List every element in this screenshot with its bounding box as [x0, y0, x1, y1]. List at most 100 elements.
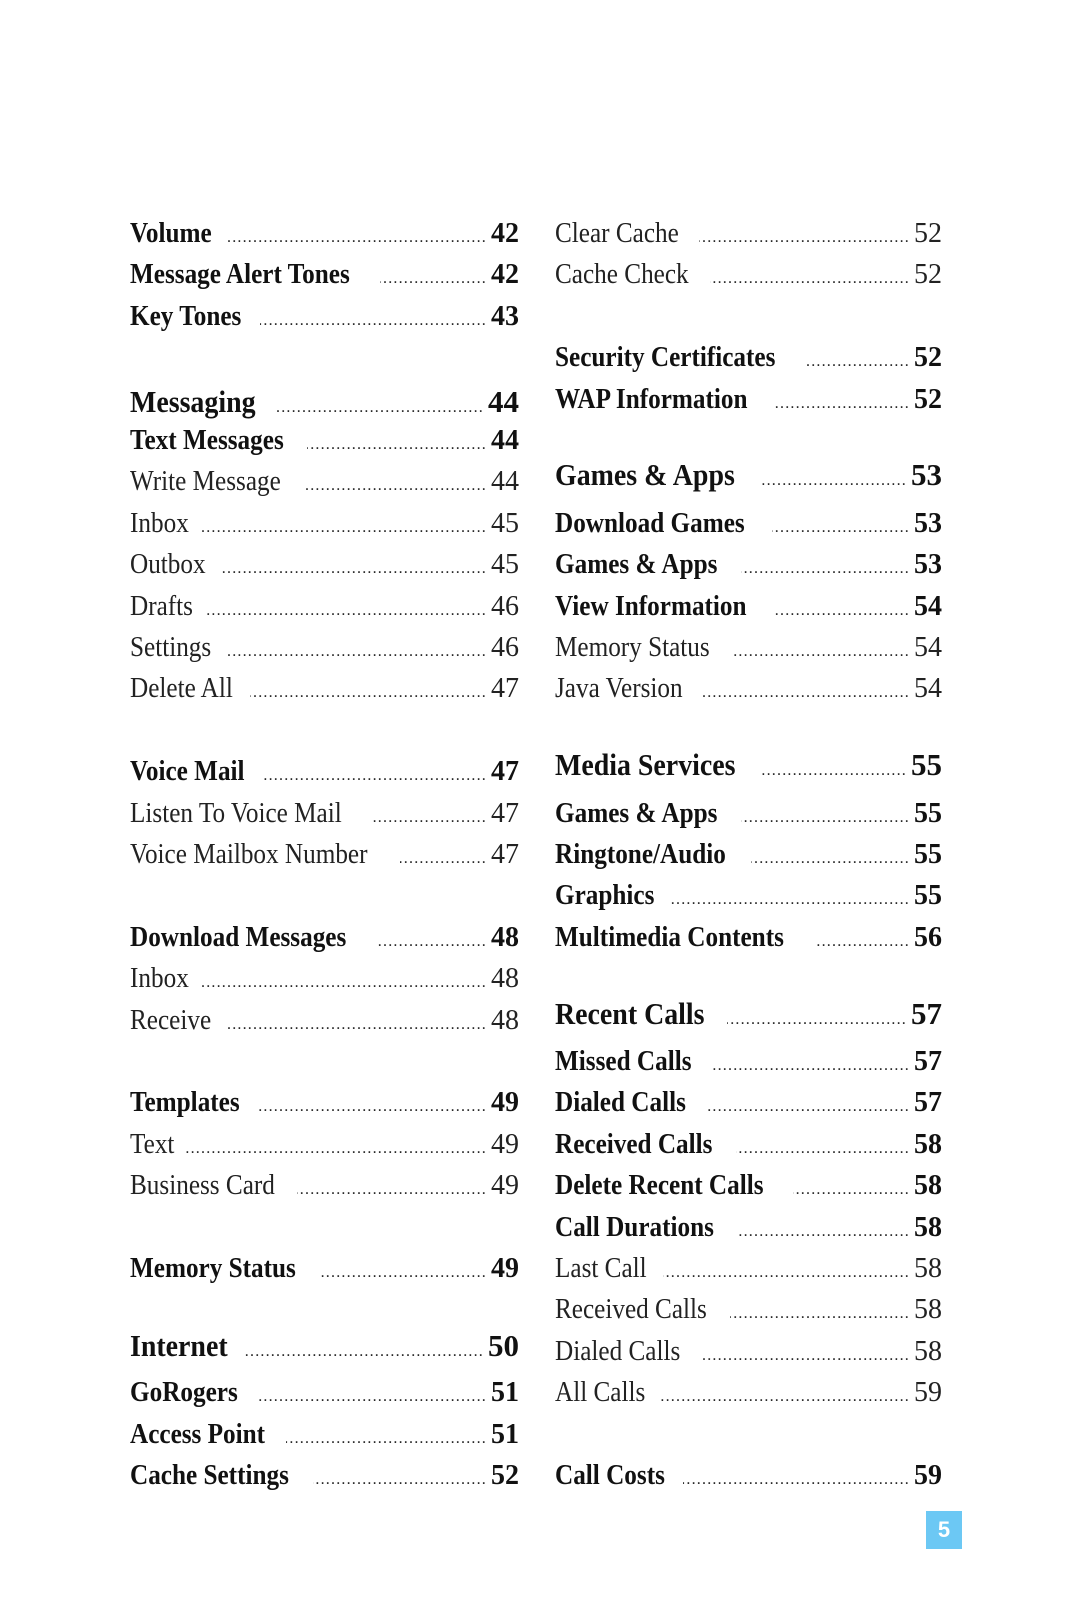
dot-leader: ........................................… — [683, 1471, 910, 1488]
toc-entry-label: Voice Mail — [130, 756, 245, 788]
toc-entry[interactable]: Voice Mailbox Number....................… — [130, 839, 519, 877]
toc-entry-page: 46 — [491, 632, 519, 663]
toc-entry-label: Messaging — [130, 383, 256, 419]
toc-entry[interactable]: Received Calls..........................… — [555, 1129, 942, 1167]
toc-entry-page: 52 — [491, 1460, 519, 1491]
toc-entry-page: 58 — [914, 1128, 942, 1160]
toc-entry[interactable]: Multimedia Contents.....................… — [555, 922, 942, 960]
toc-entry-page: 45 — [491, 549, 519, 581]
toc-entry[interactable]: Call Durations..........................… — [555, 1212, 942, 1250]
toc-entry[interactable]: Receive.................................… — [130, 1005, 519, 1043]
toc-entry[interactable]: Outbox..................................… — [130, 549, 519, 587]
toc-entry[interactable]: Memory Status...........................… — [130, 1253, 519, 1291]
toc-entry-page: 59 — [914, 1460, 942, 1491]
dot-leader: ........................................… — [793, 1181, 910, 1199]
dot-leader: ........................................… — [201, 518, 487, 536]
toc-entry[interactable]: Volume..................................… — [130, 218, 519, 256]
toc-entry-label: Volume — [130, 218, 212, 249]
dot-leader: ........................................… — [201, 974, 487, 992]
toc-entry-label: Download Messages — [130, 921, 347, 953]
toc-entry[interactable]: Internet................................… — [130, 1328, 519, 1366]
toc-entry[interactable]: Games & Apps............................… — [555, 457, 942, 495]
toc-entry-label: Business Card — [130, 1170, 275, 1202]
toc-entry[interactable]: Write Message...........................… — [130, 466, 519, 504]
dot-leader: ........................................… — [313, 1471, 487, 1488]
toc-entry[interactable]: Games & Apps............................… — [555, 549, 942, 587]
toc-entry[interactable]: Download Messages.......................… — [130, 922, 519, 960]
toc-entry[interactable]: Delete Recent Calls.....................… — [555, 1170, 942, 1208]
toc-entry-page: 48 — [491, 921, 519, 953]
dot-leader: ........................................… — [805, 353, 910, 371]
toc-entry[interactable]: Voice Mail..............................… — [130, 756, 519, 794]
toc-entry[interactable]: Cache Settings..........................… — [130, 1460, 519, 1498]
toc-entry-label: Download Games — [555, 507, 745, 539]
dot-leader: ........................................… — [661, 1388, 910, 1406]
toc-entry[interactable]: Inbox...................................… — [130, 508, 519, 546]
toc-entry[interactable]: Business Card...........................… — [130, 1170, 519, 1208]
dot-leader: ........................................… — [663, 1264, 910, 1281]
dot-leader: ........................................… — [730, 1305, 910, 1323]
toc-entry-page: 49 — [491, 1128, 519, 1160]
toc-entry-page: 47 — [491, 839, 519, 870]
toc-entry[interactable]: Clear Cache.............................… — [555, 218, 942, 256]
toc-entry-page: 58 — [914, 1253, 942, 1284]
toc-entry[interactable]: Text....................................… — [130, 1129, 519, 1167]
toc-entry[interactable]: Messaging...............................… — [130, 384, 519, 422]
toc-entry-label: View Information — [555, 590, 747, 622]
toc-entry-label: Multimedia Contents — [555, 921, 784, 953]
toc-entry-label: Delete Recent Calls — [555, 1170, 764, 1202]
dot-leader: ........................................… — [733, 643, 910, 660]
toc-entry[interactable]: Download Games..........................… — [555, 508, 942, 546]
toc-entry-label: Cache Check — [555, 259, 689, 291]
toc-entry[interactable]: Key Tones...............................… — [130, 301, 519, 339]
toc-entry[interactable]: Ringtone/Audio..........................… — [555, 839, 942, 877]
dot-leader: ........................................… — [700, 1346, 910, 1364]
toc-entry[interactable]: Recent Calls............................… — [555, 996, 942, 1034]
toc-entry[interactable]: Security Certificates...................… — [555, 342, 942, 380]
toc-entry[interactable]: Games & Apps............................… — [555, 798, 942, 836]
toc-entry-page: 49 — [491, 1170, 519, 1202]
toc-entry[interactable]: Delete All..............................… — [130, 673, 519, 711]
toc-entry[interactable]: Missed Calls............................… — [555, 1046, 942, 1084]
toc-entry[interactable]: Cache Check.............................… — [555, 259, 942, 297]
toc-entry[interactable]: Received Calls..........................… — [555, 1294, 942, 1332]
dot-leader: ........................................… — [815, 932, 910, 950]
toc-entry[interactable]: GoRogers................................… — [130, 1377, 519, 1415]
toc-entry-label: Internet — [130, 1327, 228, 1363]
toc-entry-label: Games & Apps — [555, 797, 718, 829]
toc-entry[interactable]: Dialed Calls............................… — [555, 1087, 942, 1125]
toc-entry[interactable]: Access Point............................… — [130, 1419, 519, 1457]
dot-leader: ........................................… — [727, 1010, 907, 1028]
toc-entry[interactable]: Dialed Calls............................… — [555, 1336, 942, 1374]
toc-entry-page: 53 — [911, 457, 942, 493]
toc-entry[interactable]: Drafts..................................… — [130, 591, 519, 629]
toc-entry-page: 44 — [488, 383, 519, 419]
toc-entry-page: 44 — [491, 466, 519, 498]
dot-leader: ........................................… — [257, 1098, 487, 1116]
toc-entry[interactable]: Settings................................… — [130, 632, 519, 670]
toc-entry[interactable]: Java Version............................… — [555, 673, 942, 711]
toc-entry[interactable]: Templates...............................… — [130, 1087, 519, 1125]
toc-entry[interactable]: Memory Status...........................… — [555, 632, 942, 670]
toc-entry[interactable]: Media Services..........................… — [555, 747, 942, 785]
toc-entry[interactable]: Call Costs..............................… — [555, 1460, 942, 1498]
dot-leader: ........................................… — [710, 270, 910, 288]
toc-entry-label: Ringtone/Audio — [555, 839, 726, 870]
toc-entry-page: 58 — [914, 1170, 942, 1202]
toc-entry[interactable]: Listen To Voice Mail....................… — [130, 798, 519, 836]
toc-entry-label: Call Durations — [555, 1211, 714, 1243]
toc-entry[interactable]: WAP Information.........................… — [555, 384, 942, 422]
toc-entry[interactable]: Last Call...............................… — [555, 1253, 942, 1291]
toc-entry[interactable]: View Information........................… — [555, 591, 942, 629]
toc-entry[interactable]: Inbox...................................… — [130, 963, 519, 1001]
toc-entry-page: 47 — [491, 673, 519, 705]
dot-leader: ........................................… — [275, 398, 484, 416]
toc-entry[interactable]: Text Messages...........................… — [130, 425, 519, 463]
dot-leader: ........................................… — [751, 850, 910, 867]
toc-entry-label: GoRogers — [130, 1377, 238, 1409]
toc-entry[interactable]: All Calls...............................… — [555, 1377, 942, 1415]
toc-entry-label: Media Services — [555, 747, 736, 783]
toc-entry[interactable]: Graphics................................… — [555, 880, 942, 918]
dot-leader: ........................................… — [671, 891, 910, 909]
toc-entry[interactable]: Message Alert Tones.....................… — [130, 259, 519, 297]
